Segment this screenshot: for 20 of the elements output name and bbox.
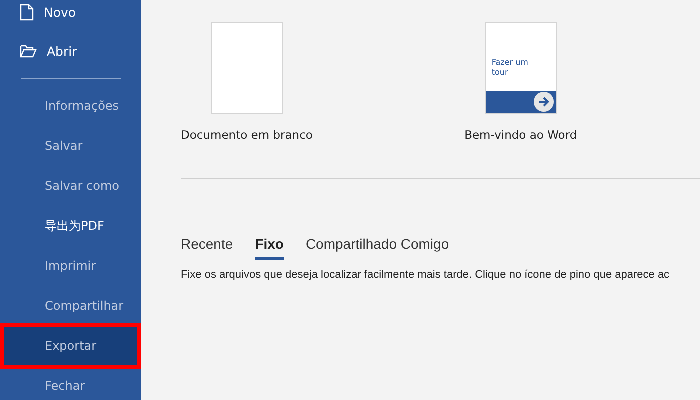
template-thumbnail[interactable]: Fazer um tour: [484, 22, 557, 114]
template-thumbnail[interactable]: [210, 22, 283, 114]
template-label[interactable]: Bem-vindo ao Word: [464, 128, 578, 142]
sidebar-item[interactable]: Fechar: [0, 366, 141, 400]
template-label[interactable]: Documento em branco: [181, 128, 313, 142]
sidebar-item[interactable]: Compartilhar: [0, 286, 141, 326]
sidebar-item[interactable]: Salvar como: [0, 166, 141, 206]
sidebar-item[interactable]: 导出为PDF: [0, 206, 141, 246]
tab[interactable]: Recente: [181, 236, 234, 260]
thumbnail-text: Fazer um tour: [490, 57, 530, 78]
tab[interactable]: Compartilhado Comigo: [306, 236, 450, 260]
sidebar-item[interactable]: Informações: [0, 86, 141, 126]
sidebar-item[interactable]: Abrir: [0, 32, 141, 71]
document-icon: [20, 4, 34, 21]
sidebar-item[interactable]: Salvar: [0, 126, 141, 166]
sidebar-item[interactable]: Novo: [0, 0, 141, 32]
folder-icon: [20, 45, 37, 58]
description-text: Fixe os arquivos que deseja localizar facilmente mais tarde. Clique no ícone de pino que aparece ac: [181, 269, 671, 281]
tab[interactable]: Fixo: [255, 236, 284, 260]
sidebar-item[interactable]: Imprimir: [0, 246, 141, 286]
